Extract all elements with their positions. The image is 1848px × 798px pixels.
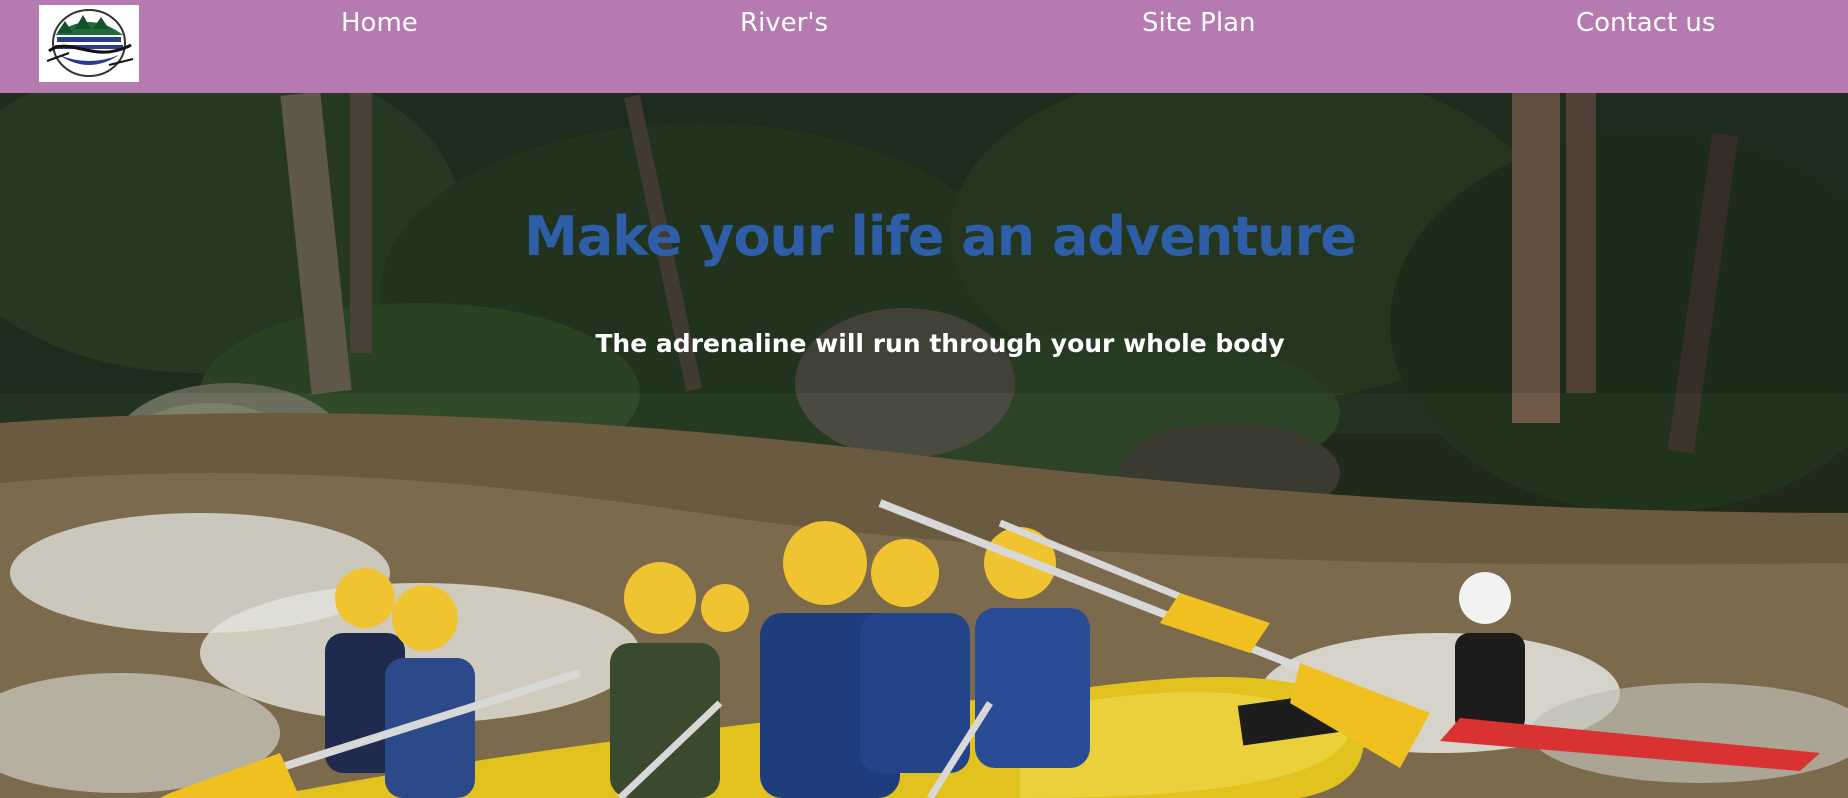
nav-site-plan[interactable]: Site Plan xyxy=(1142,8,1256,38)
hero-title: Make your life an adventure xyxy=(524,205,1357,268)
navbar: Home River's Site Plan Contact us xyxy=(0,0,1848,93)
nav-home[interactable]: Home xyxy=(341,8,418,38)
nav-rivers[interactable]: River's xyxy=(740,8,828,38)
logo-icon xyxy=(39,5,139,82)
hero-subtitle: The adrenaline will run through your who… xyxy=(595,329,1285,358)
nav-contact-us[interactable]: Contact us xyxy=(1576,8,1715,38)
site-logo[interactable] xyxy=(39,5,139,82)
hero-section: Make your life an adventure The adrenali… xyxy=(0,93,1848,798)
hero-rafting-image xyxy=(0,93,1848,798)
